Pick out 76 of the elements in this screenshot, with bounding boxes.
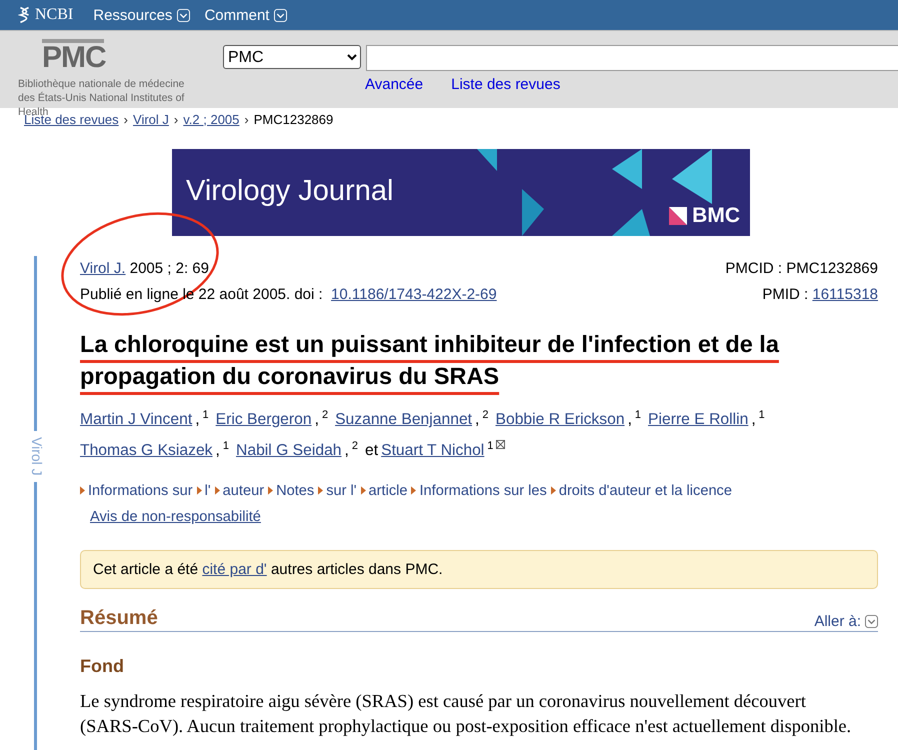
expand-triangle-icon [268, 486, 274, 496]
comma-text: , [628, 411, 632, 428]
comma-text: , [216, 442, 220, 460]
chevron-icon [274, 8, 288, 22]
section-toggle-link[interactable]: droits d'auteur et la licence [558, 483, 732, 500]
publisher-name: BMC [692, 204, 740, 228]
subsection-heading: Fond [80, 656, 125, 678]
section-toggle-link[interactable]: Informations sur les [419, 483, 547, 500]
search-field[interactable] [366, 45, 898, 71]
expand-triangle-icon [411, 486, 416, 496]
author-link[interactable]: Thomas G Ksiazek [80, 442, 213, 460]
menu-button[interactable]: Comment [204, 6, 288, 24]
email-icon[interactable] [496, 440, 506, 450]
journal-title: Virology Journal [186, 175, 394, 208]
section-toggle-link[interactable]: sur l' [326, 483, 357, 500]
affiliation-mark: 2 [352, 440, 358, 452]
affiliation-mark: 1 [222, 440, 230, 452]
affiliation-mark: 2 [322, 409, 328, 421]
jump-to-button[interactable]: Aller à: [814, 613, 878, 630]
author-link[interactable]: Pierre E Rollin [648, 411, 748, 428]
abstract-paragraph: Le syndrome respiratoire aigu sévère (SRAS) est causé par un coronavirus nouvellement découvert (SARS-CoV). Aucun traitement prophylactique ou post-exposition efficace n'est actuellement disponible. [80, 690, 852, 738]
expand-triangle-icon [550, 486, 556, 496]
bmc-logo-icon [669, 207, 688, 225]
author-link[interactable]: Nabil G Seidah [236, 442, 342, 460]
section-toggle-link[interactable]: Notes [276, 483, 314, 500]
author-link[interactable]: Martin J Vincent [80, 411, 192, 428]
expand-triangle-icon [360, 486, 366, 496]
comma-text: , [195, 411, 200, 428]
comma-text: , [314, 411, 319, 428]
breadcrumb-separator: › [244, 112, 249, 126]
chevron-icon [865, 615, 878, 628]
section-toggle-link[interactable]: l' [204, 483, 211, 500]
author-link[interactable]: Eric Bergeron [216, 411, 312, 428]
affiliation-mark: 1 [487, 440, 494, 452]
breadcrumb-link[interactable]: Virol J [133, 112, 169, 126]
comma-text: , [475, 411, 480, 428]
pmid-link[interactable]: 16115318 [812, 286, 878, 303]
comma-text: , [344, 442, 349, 460]
issue-text: 2005 ; 2: 69 [130, 260, 209, 277]
breadcrumb-current: PMC1232869 [254, 112, 334, 126]
section-toggle-link[interactable]: Informations sur [88, 483, 193, 500]
menu-button[interactable]: Ressources [93, 6, 190, 24]
helix-icon [18, 5, 31, 25]
pmc-logo[interactable]: PMC [42, 39, 104, 73]
affiliation-mark: 1 [634, 409, 642, 421]
affiliation-mark: 1 [202, 409, 209, 421]
breadcrumb-separator: › [124, 112, 128, 126]
breadcrumb-separator: › [174, 112, 178, 126]
doi-link[interactable]: 10.1186/1743-422X-2-69 [331, 286, 497, 303]
cited-by-link[interactable]: cité par d' [202, 561, 267, 578]
notice-text: Cet article a été cité par d' autres articles dans PMC. [93, 561, 443, 578]
article-title: La chloroquine est un puissant inhibiteur de l'infection et de la propagation du coronavirus du SRAS [80, 330, 780, 391]
ncbi-logo[interactable]: NCBI [18, 5, 74, 25]
expand-triangle-icon [214, 486, 220, 496]
database-select[interactable]: PMC [223, 45, 361, 69]
affiliation-mark: 2 [482, 409, 489, 421]
chevron-icon [177, 8, 190, 22]
section-toggle-link[interactable]: auteur [222, 483, 264, 500]
comma-text: , [751, 411, 756, 428]
pmid-label: PMID : [762, 286, 808, 303]
author-link[interactable]: Suzanne Benjannet [335, 411, 472, 428]
expand-triangle-icon [196, 486, 202, 496]
pmcid-text: PMCID : PMC1232869 [725, 259, 878, 279]
section-toggle-link[interactable]: article [368, 483, 408, 500]
header-link[interactable]: Liste des revues [451, 76, 560, 93]
author-link[interactable]: Bobbie R Erickson [496, 411, 625, 428]
disclaimer-link[interactable]: Avis de non-responsabilité [90, 509, 261, 526]
expand-triangle-icon [318, 486, 324, 496]
affiliation-mark: 1 [758, 409, 765, 421]
breadcrumb-link[interactable]: v.2 ; 2005 [183, 112, 240, 126]
author-link[interactable]: Stuart T Nichol [381, 442, 484, 460]
header-link[interactable]: Avancée [365, 76, 424, 93]
expand-triangle-icon [80, 486, 85, 496]
conjunction-text: et [365, 442, 378, 460]
section-heading: Résumé [80, 607, 158, 630]
journal-link[interactable]: Virol J. [80, 260, 126, 277]
